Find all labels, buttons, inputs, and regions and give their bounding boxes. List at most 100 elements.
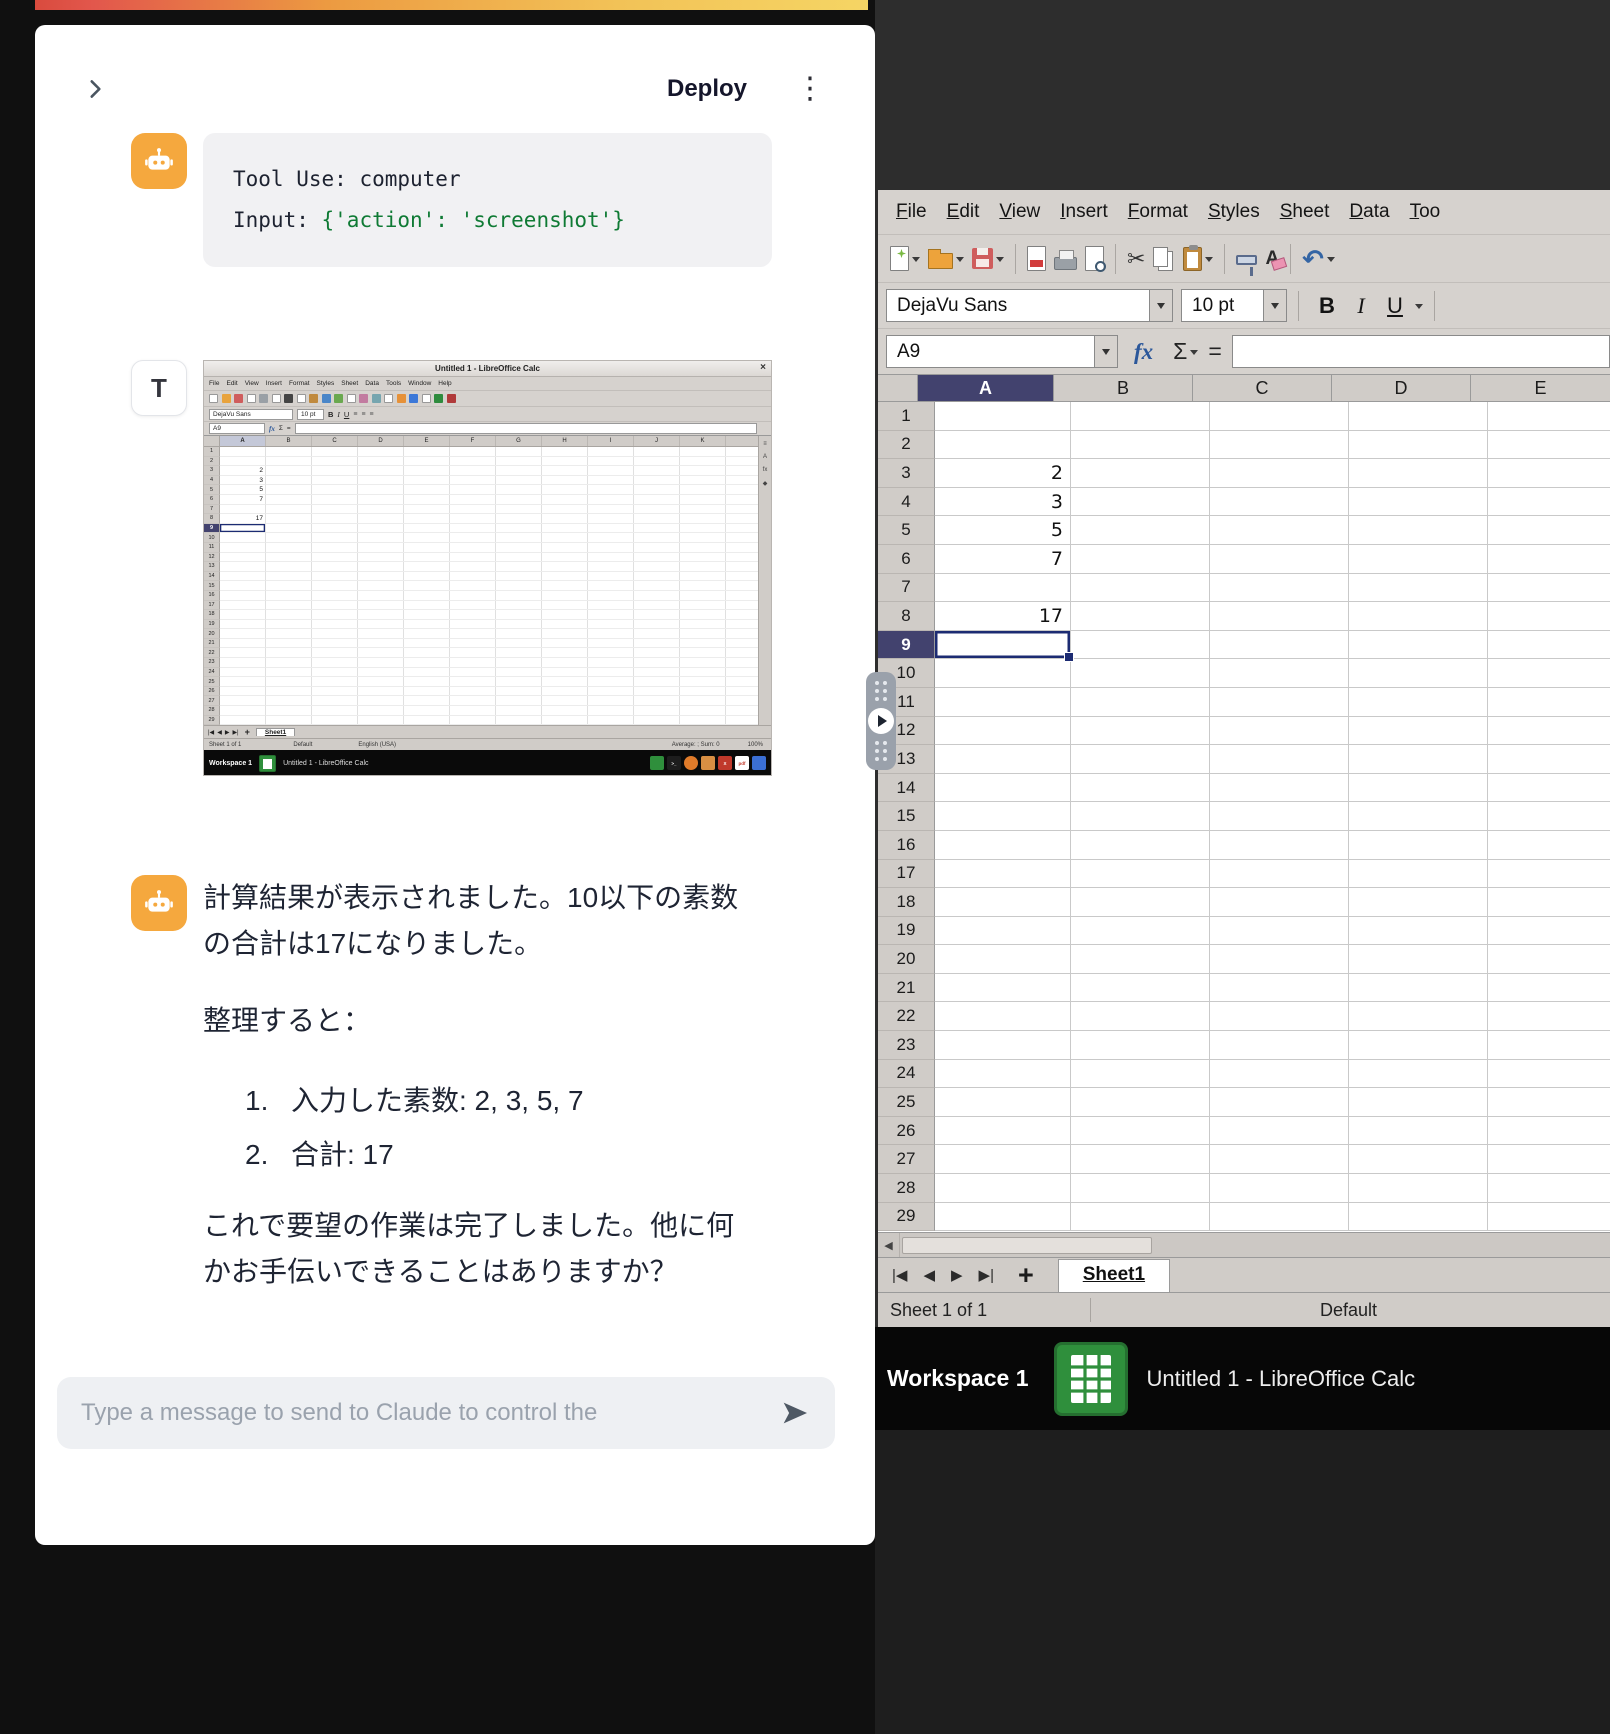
- sheet-cells-row-7[interactable]: [1071, 574, 1610, 603]
- row-header-19[interactable]: 19: [878, 917, 935, 946]
- cell-a14[interactable]: [935, 774, 1071, 803]
- row-header-8[interactable]: 8: [878, 602, 935, 631]
- row-header-25[interactable]: 25: [878, 1088, 935, 1117]
- font-size-combo[interactable]: 10 pt: [1181, 289, 1287, 322]
- cell-a19[interactable]: [935, 917, 1071, 946]
- menu-item-too[interactable]: Too: [1400, 201, 1451, 223]
- row-header-3[interactable]: 3: [878, 459, 935, 488]
- paste-button[interactable]: [1179, 239, 1217, 279]
- function-wizard-icon[interactable]: fx: [1134, 339, 1153, 365]
- sheet-cells-row-17[interactable]: [1071, 860, 1610, 889]
- sheet-cells-row-16[interactable]: [1071, 831, 1610, 860]
- print-preview-button[interactable]: [1081, 239, 1108, 279]
- row-header-7[interactable]: 7: [878, 574, 935, 603]
- screenshot-thumbnail[interactable]: Untitled 1 - LibreOffice Calc × FileEdit…: [203, 360, 772, 776]
- sheet-cells-row-22[interactable]: [1071, 1002, 1610, 1031]
- cell-a4[interactable]: 3: [935, 488, 1071, 517]
- row-header-14[interactable]: 14: [878, 774, 935, 803]
- menu-item-styles[interactable]: Styles: [1198, 201, 1270, 223]
- panel-drag-handle[interactable]: [866, 672, 896, 770]
- row-header-20[interactable]: 20: [878, 945, 935, 974]
- first-sheet-button[interactable]: |◀: [884, 1266, 915, 1284]
- sheet-cells-row-21[interactable]: [1071, 974, 1610, 1003]
- column-header-b[interactable]: B: [1054, 375, 1193, 401]
- row-header-15[interactable]: 15: [878, 802, 935, 831]
- sheet-cells-row-20[interactable]: [1071, 945, 1610, 974]
- next-sheet-button[interactable]: ▶: [943, 1266, 971, 1284]
- sheet-cells-row-15[interactable]: [1071, 802, 1610, 831]
- export-pdf-button[interactable]: [1023, 239, 1050, 279]
- taskbar-window-title[interactable]: Untitled 1 - LibreOffice Calc: [1146, 1366, 1415, 1392]
- send-icon[interactable]: [779, 1397, 811, 1434]
- cell-a29[interactable]: [935, 1203, 1071, 1232]
- new-document-button[interactable]: [886, 239, 924, 279]
- underline-button[interactable]: U: [1378, 293, 1412, 319]
- sheet-cells-row-27[interactable]: [1071, 1145, 1610, 1174]
- sum-dropdown-caret-icon[interactable]: [1190, 350, 1198, 359]
- scrollbar-thumb[interactable]: [902, 1237, 1152, 1254]
- sheet-cells-row-5[interactable]: [1071, 516, 1610, 545]
- deploy-button[interactable]: Deploy: [667, 75, 747, 103]
- menu-item-view[interactable]: View: [245, 380, 259, 387]
- underline-dropdown-caret-icon[interactable]: [1415, 304, 1423, 313]
- sheet-cells-row-24[interactable]: [1071, 1060, 1610, 1089]
- sheet-cells-row-12[interactable]: [1071, 717, 1610, 746]
- row-header-4[interactable]: 4: [878, 488, 935, 517]
- cell-a8[interactable]: 17: [935, 602, 1071, 631]
- sheet-cells-row-3[interactable]: [1071, 459, 1610, 488]
- column-header-d[interactable]: D: [1332, 375, 1471, 401]
- cell-a3[interactable]: 2: [935, 459, 1071, 488]
- row-header-1[interactable]: 1: [878, 402, 935, 431]
- column-header-c[interactable]: C: [1193, 375, 1332, 401]
- collapse-chevron-icon[interactable]: [79, 73, 111, 105]
- menu-item-styles[interactable]: Styles: [317, 380, 335, 387]
- copy-button[interactable]: [1149, 239, 1179, 279]
- cell-a9[interactable]: [935, 631, 1071, 660]
- row-header-27[interactable]: 27: [878, 1145, 935, 1174]
- cell-a2[interactable]: [935, 431, 1071, 460]
- cell-a24[interactable]: [935, 1060, 1071, 1089]
- column-header-e[interactable]: E: [1471, 375, 1610, 401]
- workspace-label[interactable]: Workspace 1: [887, 1365, 1028, 1392]
- cell-a16[interactable]: [935, 831, 1071, 860]
- cell-a15[interactable]: [935, 802, 1071, 831]
- sheet-cells-row-8[interactable]: [1071, 602, 1610, 631]
- sheet-cells-row-1[interactable]: [1071, 402, 1610, 431]
- menu-item-insert[interactable]: Insert: [266, 380, 282, 387]
- menu-item-file[interactable]: File: [886, 201, 937, 223]
- cut-button[interactable]: ✂: [1123, 239, 1149, 279]
- row-header-17[interactable]: 17: [878, 860, 935, 889]
- sheet-cells-row-29[interactable]: [1071, 1203, 1610, 1232]
- sheet-cells-row-25[interactable]: [1071, 1088, 1610, 1117]
- italic-button[interactable]: I: [1344, 293, 1378, 319]
- scroll-left-icon[interactable]: ◀: [878, 1233, 900, 1257]
- menu-item-tools[interactable]: Tools: [386, 380, 401, 387]
- row-header-6[interactable]: 6: [878, 545, 935, 574]
- add-sheet-button[interactable]: +: [1002, 1260, 1050, 1291]
- row-header-29[interactable]: 29: [878, 1203, 935, 1232]
- kebab-menu-icon[interactable]: ⋮: [791, 74, 829, 104]
- cell-a11[interactable]: [935, 688, 1071, 717]
- sheet-cells-row-6[interactable]: [1071, 545, 1610, 574]
- menu-item-window[interactable]: Window: [408, 380, 431, 387]
- clone-formatting-button[interactable]: [1232, 239, 1261, 279]
- sheet-cells-row-28[interactable]: [1071, 1174, 1610, 1203]
- row-header-18[interactable]: 18: [878, 888, 935, 917]
- menu-item-sheet[interactable]: Sheet: [1270, 201, 1340, 223]
- message-input[interactable]: Type a message to send to Claude to cont…: [57, 1377, 835, 1449]
- print-button[interactable]: [1050, 239, 1081, 279]
- sheet-cells-row-19[interactable]: [1071, 917, 1610, 946]
- sheet-cells-row-4[interactable]: [1071, 488, 1610, 517]
- undo-button[interactable]: ↶: [1298, 239, 1339, 279]
- name-box-dropdown-button[interactable]: [1094, 336, 1117, 367]
- sheet-cells-row-2[interactable]: [1071, 431, 1610, 460]
- cell-a7[interactable]: [935, 574, 1071, 603]
- menu-item-data[interactable]: Data: [1339, 201, 1399, 223]
- font-name-dropdown-button[interactable]: [1149, 290, 1172, 321]
- menu-item-view[interactable]: View: [989, 201, 1050, 223]
- row-header-9[interactable]: 9: [878, 631, 935, 660]
- cell-a23[interactable]: [935, 1031, 1071, 1060]
- cell-a22[interactable]: [935, 1002, 1071, 1031]
- cell-a13[interactable]: [935, 745, 1071, 774]
- sheet-cells-row-23[interactable]: [1071, 1031, 1610, 1060]
